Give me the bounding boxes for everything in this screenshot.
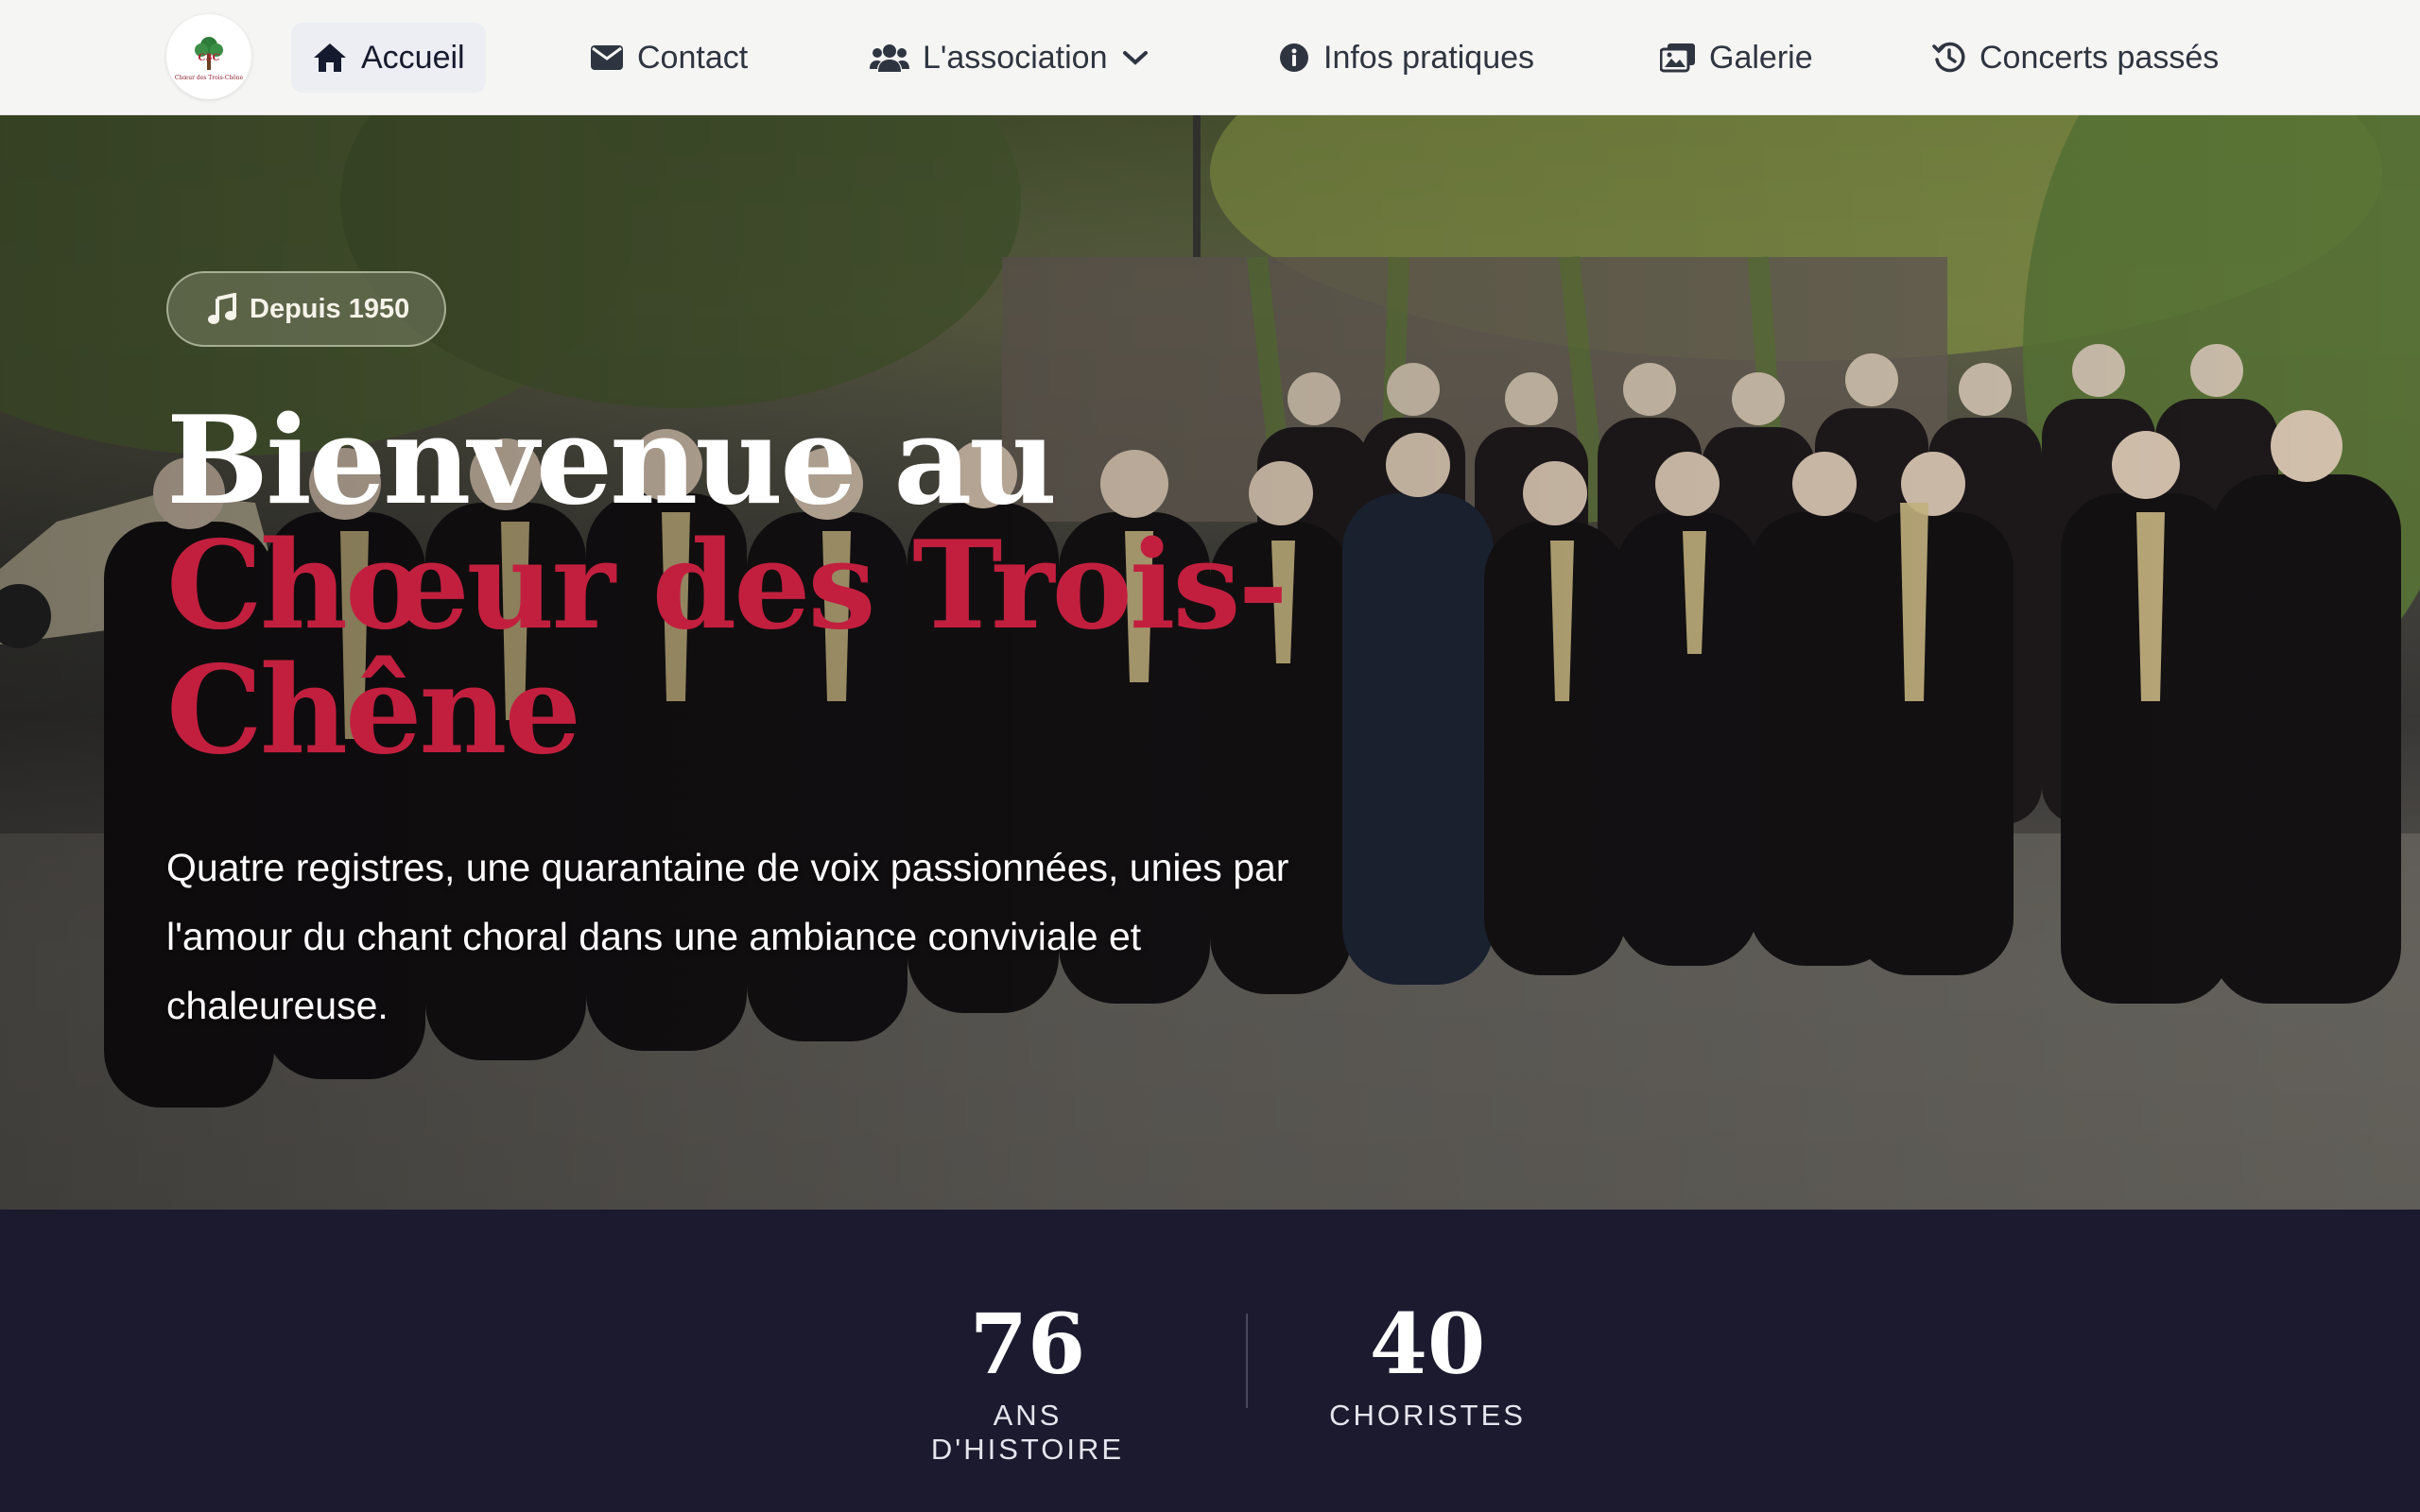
- stat-choristers-value: 40: [1369, 1295, 1486, 1393]
- stat-years: 76 ANS D'HISTOIRE: [900, 1297, 1155, 1467]
- hero-title: Bienvenue au Chœur des Trois-Chêne: [166, 399, 1490, 773]
- chevron-down-icon: [1122, 51, 1148, 65]
- site-logo[interactable]: C3C Chœur des Trois-Chêne: [166, 14, 251, 99]
- nav-label-contact: Contact: [637, 39, 749, 76]
- info-circle-icon: [1280, 43, 1308, 72]
- nav-label-infos-pratiques: Infos pratiques: [1323, 39, 1535, 76]
- home-icon: [314, 43, 346, 72]
- since-badge: Depuis 1950: [166, 271, 446, 347]
- nav-label-concerts-passes: Concerts passés: [1979, 39, 2220, 76]
- users-icon: [870, 44, 909, 72]
- stats-section: 76 ANS D'HISTOIRE 40 CHORISTES: [0, 1210, 2420, 1512]
- nav-item-contact[interactable]: Contact: [569, 23, 769, 93]
- tree-logo-icon: C3C: [195, 36, 223, 70]
- svg-text:C3C: C3C: [199, 53, 220, 63]
- nav-item-infos-pratiques[interactable]: Infos pratiques: [1257, 23, 1555, 93]
- history-icon: [1932, 42, 1965, 73]
- nav-item-accueil[interactable]: Accueil: [291, 23, 486, 93]
- nav-label-association: L'association: [923, 39, 1108, 76]
- envelope-icon: [591, 45, 623, 70]
- stat-choristers-label: CHORISTES: [1329, 1399, 1526, 1432]
- hero-title-accent: Chœur des Trois-Chêne: [166, 515, 1288, 782]
- stat-years-value: 76: [969, 1295, 1086, 1393]
- stats-divider: [1246, 1314, 1248, 1408]
- logo-caption: Chœur des Trois-Chêne: [174, 74, 244, 81]
- nav-item-galerie[interactable]: Galerie: [1639, 23, 1834, 93]
- since-badge-label: Depuis 1950: [250, 293, 410, 324]
- hero-section: Depuis 1950 Bienvenue au Chœur des Trois…: [0, 115, 2420, 1210]
- nav-label-accueil: Accueil: [361, 39, 465, 76]
- images-icon: [1660, 43, 1695, 73]
- stat-choristers: 40 CHORISTES: [1323, 1297, 1531, 1433]
- nav-item-concerts-passes[interactable]: Concerts passés: [1911, 23, 2239, 93]
- stat-years-label: ANS D'HISTOIRE: [930, 1399, 1125, 1466]
- music-note-icon: [208, 293, 236, 324]
- nav-item-association[interactable]: L'association: [849, 23, 1170, 93]
- hero-title-main: Bienvenue au: [166, 390, 1057, 532]
- hero-lead-text: Quatre registres, une quarantaine de voi…: [166, 846, 1289, 1027]
- nav-label-galerie: Galerie: [1709, 39, 1813, 76]
- main-navigation: C3C Chœur des Trois-Chêne Accueil Contac…: [0, 0, 2420, 115]
